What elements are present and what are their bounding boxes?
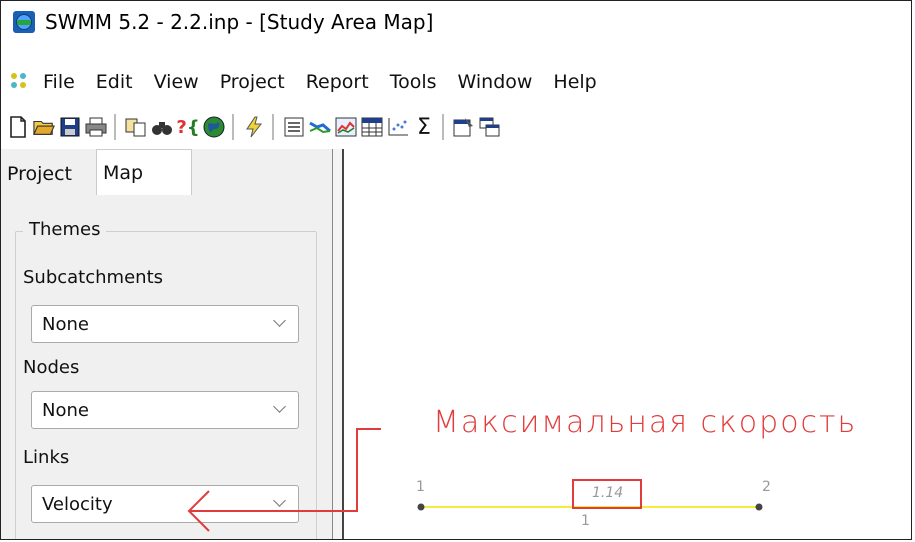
node-left-label: 1 bbox=[416, 479, 425, 495]
annotation-arrow-line bbox=[189, 428, 381, 512]
node-right-label: 2 bbox=[762, 479, 771, 495]
max-velocity-annotation: Максимальная скорость bbox=[433, 405, 858, 440]
swmm-window: SWMM 5.2 - 2.2.inp - [Study Area Map] Fi… bbox=[0, 0, 912, 540]
map-overlay bbox=[187, 428, 763, 532]
link-velocity-value: 1.14 bbox=[592, 485, 624, 501]
link-id-label: 1 bbox=[581, 513, 590, 529]
node-2-marker bbox=[755, 503, 763, 511]
node-1-marker bbox=[417, 503, 425, 511]
